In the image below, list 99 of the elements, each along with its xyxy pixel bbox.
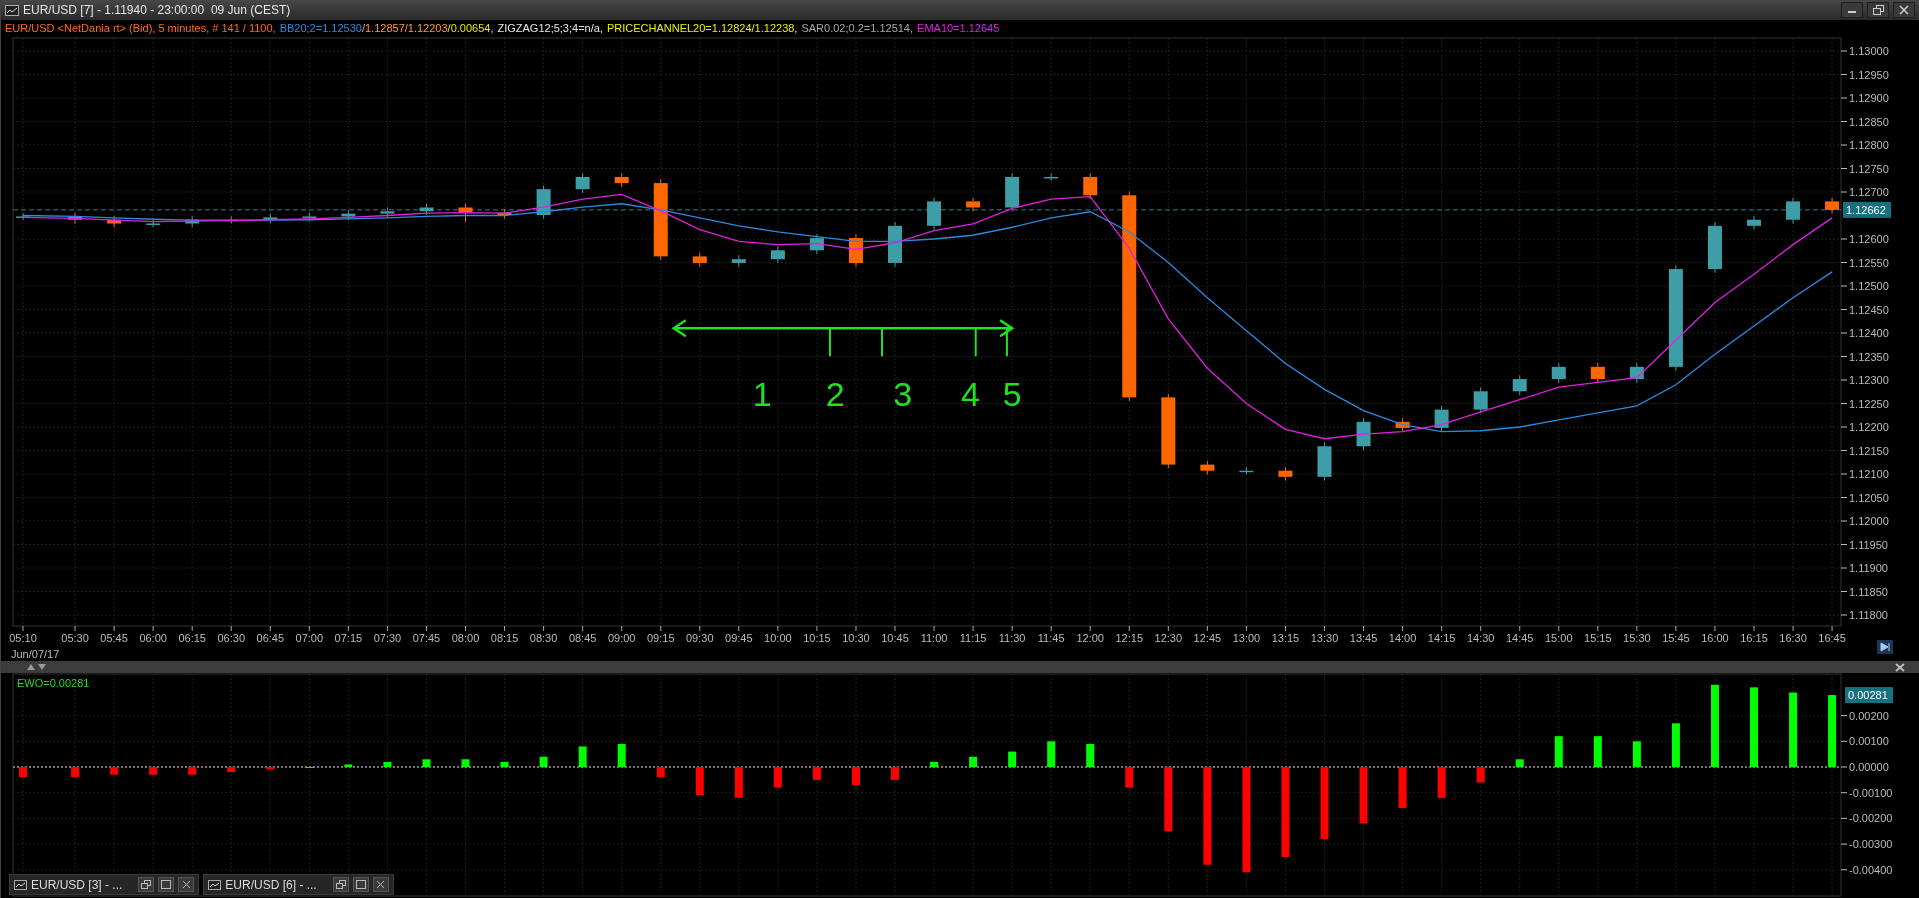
axis-label: 1.12600 [1849,233,1889,245]
axis-label: 10:00 [764,632,792,644]
annotation-number: 3 [893,374,913,413]
last-price-label: 1.12662 [1843,201,1891,218]
axis-label: 12:45 [1193,632,1222,644]
legend-item: SAR0.02;0.2=1.12514, [801,20,914,36]
axis-label: 12:30 [1154,632,1183,644]
axis-label: 09:30 [686,632,714,644]
axis-label: 07:45 [412,632,441,644]
axis-label: 16:00 [1701,632,1729,644]
annotation-number: 5 [1002,374,1022,413]
window-title: EUR/USD [7] - 1.11940 - 23:00:00 09 Jun (CEST) [23,2,291,19]
axis-label: 1.12700 [1849,186,1889,198]
axis-label: 13:45 [1349,632,1378,644]
axis-label: 1.11800 [1849,609,1888,621]
axis-label: 07:15 [334,632,363,644]
axis-label: 1.12050 [1849,491,1889,504]
date-label: Jun/07/17 [11,648,60,660]
legend-item: /0.00654, [447,20,494,36]
axis-label: 06:30 [217,632,245,644]
legend-item: ZIGZAG12;5;3;4=n/a, [497,20,603,36]
axis-label: 09:45 [725,632,753,644]
axis-label: -0.00300 [1849,838,1893,851]
axis-label: 0.00000 [1849,761,1889,773]
axis-label: 13:15 [1271,632,1300,644]
axis-label: 1.12100 [1849,468,1889,480]
axis-label: 07:00 [295,632,324,644]
axis-label: 1.12900 [1849,92,1889,104]
axis-label: 1.12150 [1849,444,1889,457]
axis-label: 1.12000 [1849,515,1889,527]
axis-label: 12:00 [1076,632,1104,644]
axis-label: -0.00400 [1849,863,1893,876]
indicator-label: EWO=0.00281 [17,677,90,689]
axis-label: 1.12550 [1849,256,1889,269]
axis-label: 14:00 [1388,632,1417,644]
axis-label: 09:15 [646,632,675,644]
axis-label: 1.11950 [1849,538,1888,551]
axis-label: 06:00 [139,632,167,644]
axis-label: 1.13000 [1849,45,1889,57]
axis-label: 05:30 [61,632,89,644]
window-title: EUR/USD [6] - ... [225,876,317,894]
axis-label: 16:15 [1740,632,1768,644]
axis-label: 05:10 [9,632,37,644]
axis-label: 11:15 [959,632,987,644]
axis-label: 14:15 [1427,632,1456,644]
ref-line-label: 1.12662 [1846,203,1886,216]
axis-label: 08:45 [568,632,597,644]
axis-label: 1.12350 [1849,350,1889,363]
axis-label: 10:15 [803,632,831,644]
axis-label: 15:45 [1662,632,1690,644]
legend-item: EUR/USD <NetDania rt> (Bid), 5 minutes, # 141 / 1100, [5,20,276,36]
axis-label: 10:45 [881,632,909,644]
axis-label: 08:30 [529,632,558,644]
axis-label: 1.12200 [1849,421,1889,433]
axis-label: 14:45 [1505,632,1534,644]
axis-label: 0.00100 [1849,735,1889,748]
axis-label: -0.00100 [1849,786,1893,799]
axis-label: 1.12750 [1849,162,1889,175]
axis-label: 15:15 [1584,632,1612,644]
axis-label: 1.12300 [1849,374,1889,386]
annotation-number: 1 [752,374,772,413]
legend-item: EMA10=1.12645 [917,20,1000,36]
axis-label: 12:15 [1115,632,1144,644]
axis-label: 10:30 [842,632,870,644]
axis-label: 14:30 [1466,632,1495,644]
axis-label: 07:30 [373,632,402,644]
axis-label: 11:00 [920,632,948,644]
axis-label: 1.12400 [1849,327,1889,339]
axis-label: 16:30 [1779,632,1807,644]
window-title: EUR/USD [3] - ... [31,876,123,894]
legend-item: /1.12857/1.12203 [361,20,448,36]
axis-label: 1.12250 [1849,397,1889,410]
legend-item: PRICECHANNEL20=1.12824/1.12238, [606,20,798,36]
axis-label: 1.12800 [1849,139,1889,151]
axis-label: 13:30 [1310,632,1339,644]
axis-label: 11:30 [998,632,1026,644]
axis-label: 15:30 [1623,632,1651,644]
axis-label: 1.11850 [1849,585,1888,598]
axis-label: 05:45 [100,632,128,644]
axis-label: 09:00 [607,632,636,644]
axis-label: 1.12500 [1849,280,1889,292]
axis-label: 1.12450 [1849,303,1889,316]
axis-label: 1.12950 [1849,68,1889,81]
axis-label: 1.11900 [1849,562,1888,574]
axis-label: 11:45 [1037,632,1065,644]
legend-item: BB20;2=1.12530 [279,20,362,36]
last-value-label: 0.00281 [1845,687,1893,704]
axis-label: 08:00 [451,632,480,644]
axis-label: -0.00200 [1849,812,1893,825]
axis-label: 08:15 [490,632,519,644]
axis-label: 15:00 [1545,632,1573,644]
axis-label: 06:15 [178,632,206,644]
axis-label: 1.12850 [1849,115,1889,128]
axis-label: 16:45 [1818,632,1846,644]
axis-label: 0.00200 [1849,709,1889,722]
annotation-number: 2 [825,374,845,413]
axis-label: 06:45 [256,632,285,644]
annotation-number: 4 [961,374,980,413]
axis-label: 13:00 [1232,632,1261,644]
